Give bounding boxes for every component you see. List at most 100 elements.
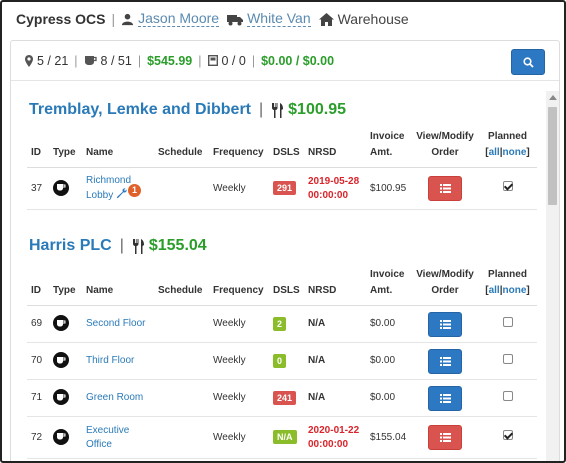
vehicle-menu[interactable]: White Van: [227, 11, 311, 27]
stat-totals: $0.00 / $0.00: [261, 53, 335, 68]
orders-table: ID Type Name Schedule Frequency DSLS NRS…: [27, 129, 537, 210]
planned-checkbox[interactable]: [502, 390, 513, 401]
view-order-button[interactable]: [428, 348, 462, 374]
customer-name[interactable]: Harris PLC: [29, 237, 112, 255]
row-id: 69: [27, 305, 49, 343]
view-order-button[interactable]: [428, 176, 462, 201]
row-invoice: $0.00: [366, 379, 412, 417]
table-row: 69 Second Floor Weekly 2 N/A $0.00: [27, 305, 537, 343]
location-link[interactable]: Richmond: [86, 175, 131, 186]
view-order-button[interactable]: [428, 311, 462, 337]
location-name: Warehouse: [337, 11, 409, 27]
box-icon: [207, 55, 218, 66]
customer-list: Tremblay, Lemke and Dibbert | $100.95 ID: [11, 91, 546, 461]
coffee-icon: [84, 56, 97, 65]
table-row: 70 Third Floor Weekly 0 N/A $0.00: [27, 342, 537, 380]
app-window: Cypress OCS | Jason Moore White Van Ware…: [0, 0, 566, 463]
row-frequency: Weekly: [209, 416, 269, 459]
row-id: 70: [27, 342, 49, 380]
col-planned: Planned [all|none]: [478, 129, 537, 168]
row-id: 37: [27, 167, 49, 210]
table-header-row: ID Type Name Schedule Frequency DSLS NRS…: [27, 267, 537, 306]
planned-checkbox[interactable]: [502, 181, 513, 191]
table-header-row: ID Type Name Schedule Frequency DSLS NRS…: [27, 129, 537, 168]
row-schedule: [154, 342, 209, 380]
route-stats: 5 / 21 | 8 / 51 | $545.99 | 0 / 0 | $0.0…: [11, 41, 559, 81]
row-name: Second Floor: [82, 305, 154, 343]
select-all-link[interactable]: all: [489, 285, 500, 296]
planned-checkbox[interactable]: [502, 316, 513, 327]
location-link[interactable]: Third Floor: [86, 355, 134, 366]
col-nrsd: NRSD: [304, 129, 366, 168]
select-none-link[interactable]: none: [503, 147, 527, 158]
row-name: Richmond Lobby 1: [82, 167, 154, 210]
utensils-icon: [272, 102, 284, 118]
location-link[interactable]: Executive: [86, 425, 129, 436]
customer-amount: $100.95: [288, 101, 346, 118]
customer-header: Tremblay, Lemke and Dibbert | $100.95: [29, 101, 346, 119]
col-view-order: View/Modify Order: [412, 267, 478, 306]
truck-icon: [227, 14, 244, 25]
row-invoice: $100.95: [366, 167, 412, 210]
customer-separator: |: [119, 237, 124, 254]
stat-separator: |: [137, 53, 142, 68]
row-name: Executive Office: [82, 416, 154, 459]
location-link-line2[interactable]: Office: [86, 439, 112, 450]
col-schedule: Schedule: [154, 267, 209, 306]
row-nrsd: N/A: [304, 379, 366, 417]
view-order-button[interactable]: [428, 385, 462, 411]
select-none-link[interactable]: none: [503, 285, 527, 296]
list-icon: [439, 356, 451, 366]
coffee-machine-icon: [53, 428, 69, 445]
row-invoice: $0.00: [366, 305, 412, 343]
coffee-machine-icon: [53, 352, 69, 369]
customer-name[interactable]: Tremblay, Lemke and Dibbert: [29, 101, 251, 119]
row-schedule: [154, 379, 209, 417]
coffee-machine-icon: [53, 315, 69, 332]
vertical-scrollbar[interactable]: [546, 91, 559, 461]
user-menu[interactable]: Jason Moore: [121, 11, 220, 27]
location-link[interactable]: Second Floor: [86, 318, 145, 329]
planned-checkbox[interactable]: [502, 353, 513, 364]
alert-count-badge: 1: [128, 183, 142, 197]
col-frequency: Frequency: [209, 267, 269, 306]
location-link-line2[interactable]: Lobby: [86, 190, 113, 201]
top-header: Cypress OCS | Jason Moore White Van Ware…: [2, 2, 564, 36]
coffee-machine-icon: [53, 389, 69, 406]
user-icon: [122, 13, 134, 25]
vehicle-name[interactable]: White Van: [247, 11, 311, 27]
select-all-link[interactable]: all: [489, 147, 500, 158]
stat-amount: $545.99: [147, 53, 193, 68]
row-name: Green Room: [82, 379, 154, 417]
view-order-button[interactable]: [428, 425, 462, 450]
stat-separator: |: [74, 53, 78, 68]
col-dsls: DSLS: [269, 129, 304, 168]
stat-separator: |: [251, 53, 256, 68]
scrollbar-thumb[interactable]: [548, 107, 557, 205]
app-title: Cypress OCS: [16, 11, 106, 27]
row-nrsd: 2020-01-22 00:00:00: [304, 416, 366, 459]
col-id: ID: [27, 129, 49, 168]
list-icon: [439, 393, 451, 403]
user-name[interactable]: Jason Moore: [138, 11, 220, 27]
search-button[interactable]: [511, 49, 545, 75]
col-name: Name: [82, 129, 154, 168]
route-panel: 5 / 21 | 8 / 51 | $545.99 | 0 / 0 | $0.0…: [10, 40, 560, 461]
col-dsls: DSLS: [269, 267, 304, 306]
table-row: 71 Green Room Weekly 241 N/A $0.00: [27, 379, 537, 417]
row-nrsd: N/A: [304, 342, 366, 380]
row-id: 72: [27, 416, 49, 459]
coffee-machine-icon: [53, 179, 69, 196]
customer-header: Harris PLC | $155.04: [29, 237, 207, 255]
dsls-badge: 2: [273, 316, 287, 331]
scroll-up-arrow-icon[interactable]: [549, 95, 557, 100]
location-link[interactable]: Green Room: [86, 392, 143, 403]
col-type: Type: [49, 267, 82, 306]
stat-locations: 5 / 21: [25, 54, 68, 68]
table-row: 37 Richmond Lobby 1 Weekly 291 2019-05-2…: [27, 167, 537, 210]
wrench-icon[interactable]: [116, 188, 127, 199]
row-nrsd: N/A: [304, 305, 366, 343]
list-icon: [439, 184, 451, 193]
planned-checkbox[interactable]: [502, 430, 513, 440]
stat-boxes: 0 / 0: [207, 54, 246, 68]
